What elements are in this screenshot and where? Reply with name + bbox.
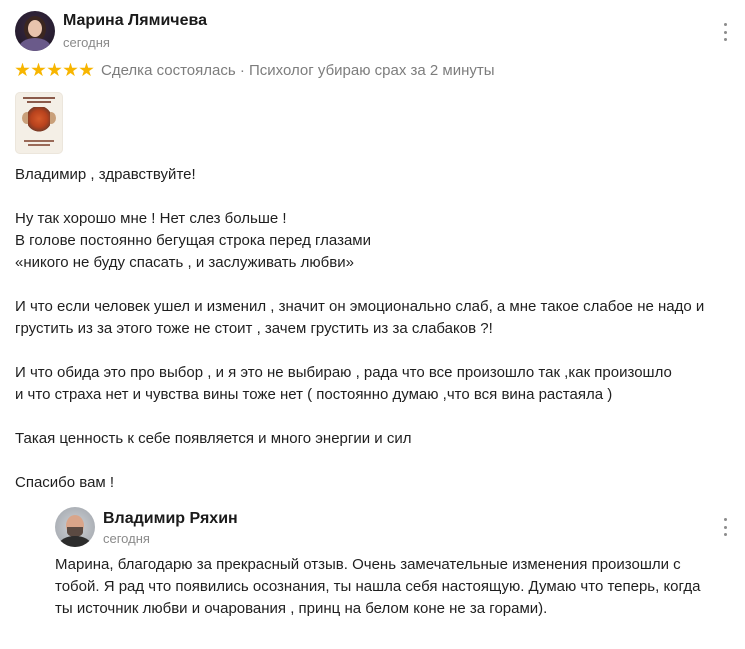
star-icon xyxy=(63,62,78,77)
star-icon xyxy=(15,62,30,77)
rating-stars xyxy=(15,62,94,78)
review-line: Ну так хорошо мне ! Нет слез больше ! xyxy=(15,210,287,227)
star-icon xyxy=(47,62,62,77)
review-more-button[interactable] xyxy=(721,23,729,41)
reply-more-button[interactable] xyxy=(721,518,729,536)
review-text: Владимир , здравствуйте! Ну так хорошо мн… xyxy=(15,164,730,494)
reply-author-avatar[interactable] xyxy=(55,507,95,547)
review-line: Спасибо вам ! xyxy=(15,474,115,491)
review-line: «никого не буду спасать , и заслуживать … xyxy=(15,254,354,271)
attached-image-thumbnail[interactable] xyxy=(15,92,63,154)
rating-text: Сделка состоялась · Психолог убираю срах… xyxy=(101,61,495,79)
reply-line: Марина, благодарю за прекрасный отзыв. О… xyxy=(55,556,681,573)
review-line: Владимир , здравствуйте! xyxy=(15,166,196,183)
kebab-menu-icon xyxy=(723,23,727,26)
reply-line: тобой. Я рад что появились осознания, ты… xyxy=(55,578,701,595)
review-line: грустить из за этого тоже не стоит , зач… xyxy=(15,320,493,337)
review-line: В голове постоянно бегущая строка перед … xyxy=(15,232,371,249)
kebab-menu-icon xyxy=(723,518,727,521)
rating-row: Сделка состоялась · Психолог убираю срах… xyxy=(15,60,495,80)
review-date: сегодня xyxy=(63,35,110,50)
reply-text: Марина, благодарю за прекрасный отзыв. О… xyxy=(55,554,735,620)
reply-author-name[interactable]: Владимир Ряхин xyxy=(103,510,238,528)
reply-date: сегодня xyxy=(103,531,150,546)
review-line: И что обида это про выбор , и я это не в… xyxy=(15,364,672,381)
review-line: Такая ценность к себе появляется и много… xyxy=(15,430,412,447)
review-line: И что если человек ушел и изменил , знач… xyxy=(15,298,705,315)
author-avatar[interactable] xyxy=(15,11,55,51)
review-line: и что страха нет и чувства вины тоже нет… xyxy=(15,386,613,403)
star-icon xyxy=(79,62,94,77)
author-name[interactable]: Марина Лямичева xyxy=(63,12,207,30)
star-icon xyxy=(31,62,46,77)
reply-line: ты источник любви и очарования , принц н… xyxy=(55,600,548,617)
